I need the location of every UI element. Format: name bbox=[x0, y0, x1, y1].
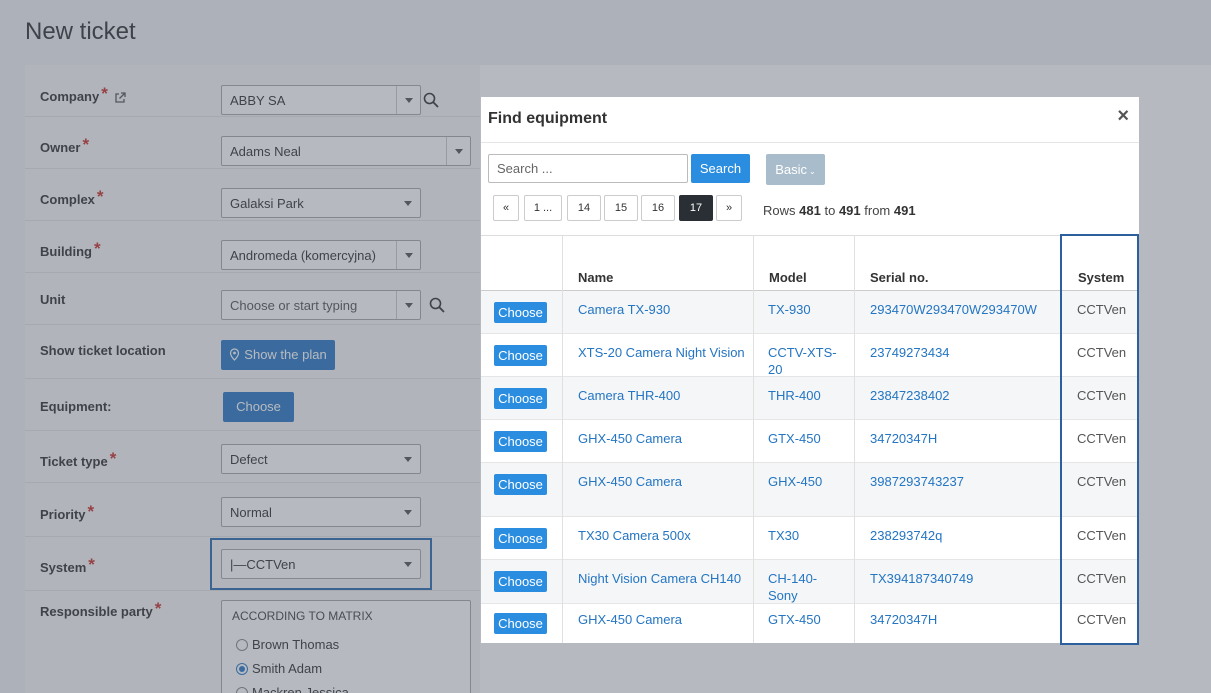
equipment-model[interactable]: TX-930 bbox=[768, 301, 848, 318]
choose-button[interactable]: Choose bbox=[494, 528, 547, 549]
equipment-name-link[interactable]: XTS-20 Camera Night Vision bbox=[578, 344, 745, 361]
pager-prev[interactable]: « bbox=[493, 195, 519, 221]
table-row: Choose TX30 Camera 500x TX30 238293742q CCTV… bbox=[481, 517, 1139, 560]
table-row: Choose GHX-450 Camera GTX-450 34720347H CCTV… bbox=[481, 420, 1139, 463]
chevron-down-icon: ⌄ bbox=[809, 167, 816, 176]
equipment-serial[interactable]: TX394187340749 bbox=[870, 570, 973, 587]
equipment-name-link[interactable]: GHX-450 Camera bbox=[578, 473, 682, 490]
equipment-serial[interactable]: 34720347H bbox=[870, 430, 937, 447]
equipment-model[interactable]: TX30 bbox=[768, 527, 848, 544]
system-column-highlight bbox=[1060, 234, 1139, 645]
choose-button[interactable]: Choose bbox=[494, 388, 547, 409]
search-button[interactable]: Search bbox=[691, 154, 750, 183]
equipment-serial[interactable]: 3987293743237 bbox=[870, 473, 964, 490]
equipment-model[interactable]: THR-400 bbox=[768, 387, 848, 404]
table-header: Name Model Serial no. System bbox=[481, 235, 1139, 291]
equipment-name-link[interactable]: Camera TX-930 bbox=[578, 301, 670, 318]
choose-button[interactable]: Choose bbox=[494, 613, 547, 634]
rows-info: Rows 481 to 491 from 491 bbox=[763, 203, 916, 218]
table-row: Choose Night Vision Camera CH140 CH-140- S… bbox=[481, 560, 1139, 604]
equipment-model[interactable]: CH-140- Sony bbox=[768, 570, 848, 604]
pager-page-14[interactable]: 14 bbox=[567, 195, 601, 221]
table-row: Choose Camera THR-400 THR-400 23847238402 CC… bbox=[481, 377, 1139, 420]
equipment-name-link[interactable]: Camera THR-400 bbox=[578, 387, 680, 404]
equipment-name-link[interactable]: GHX-450 Camera bbox=[578, 611, 682, 628]
table-row: Choose GHX-450 Camera GHX-450 3987293743237… bbox=[481, 463, 1139, 517]
col-name[interactable]: Name bbox=[578, 270, 613, 285]
modal-header: Find equipment × bbox=[481, 97, 1139, 143]
table-row: Choose GHX-450 Camera GTX-450 34720347H CCTV… bbox=[481, 604, 1139, 643]
equipment-model[interactable]: GTX-450 bbox=[768, 430, 848, 447]
modal-title: Find equipment bbox=[488, 110, 608, 127]
pager-page-15[interactable]: 15 bbox=[604, 195, 638, 221]
search-input[interactable] bbox=[488, 154, 688, 183]
equipment-name-link[interactable]: GHX-450 Camera bbox=[578, 430, 682, 447]
equipment-serial[interactable]: 293470W293470W293470W bbox=[870, 301, 1037, 318]
choose-button[interactable]: Choose bbox=[494, 431, 547, 452]
equipment-serial[interactable]: 23847238402 bbox=[870, 387, 950, 404]
choose-button[interactable]: Choose bbox=[494, 474, 547, 495]
table-row: Choose Camera TX-930 TX-930 293470W293470W2… bbox=[481, 291, 1139, 334]
close-icon[interactable]: × bbox=[1117, 105, 1129, 128]
col-model[interactable]: Model bbox=[769, 270, 807, 285]
choose-button[interactable]: Choose bbox=[494, 345, 547, 366]
pager-next[interactable]: » bbox=[716, 195, 742, 221]
pager-page-16[interactable]: 16 bbox=[641, 195, 675, 221]
equipment-serial[interactable]: 238293742q bbox=[870, 527, 942, 544]
find-equipment-modal: Find equipment × Search Basic⌄ « 1 ... 1… bbox=[481, 97, 1139, 643]
choose-button[interactable]: Choose bbox=[494, 302, 547, 323]
basic-filter-button[interactable]: Basic ⌄ bbox=[766, 154, 825, 185]
choose-button[interactable]: Choose bbox=[494, 571, 547, 592]
equipment-model[interactable]: GTX-450 bbox=[768, 611, 848, 628]
pager-page-17[interactable]: 17 bbox=[679, 195, 713, 221]
equipment-model[interactable]: CCTV-XTS-20 bbox=[768, 344, 848, 378]
equipment-name-link[interactable]: Night Vision Camera CH140 bbox=[578, 570, 741, 587]
equipment-serial[interactable]: 34720347H bbox=[870, 611, 937, 628]
equipment-name-link[interactable]: TX30 Camera 500x bbox=[578, 527, 691, 544]
col-serial[interactable]: Serial no. bbox=[870, 270, 929, 285]
equipment-serial[interactable]: 23749273434 bbox=[870, 344, 950, 361]
pager-first[interactable]: 1 ... bbox=[524, 195, 562, 221]
table-row: Choose XTS-20 Camera Night Vision CCTV-XTS… bbox=[481, 334, 1139, 377]
equipment-model[interactable]: GHX-450 bbox=[768, 473, 848, 490]
